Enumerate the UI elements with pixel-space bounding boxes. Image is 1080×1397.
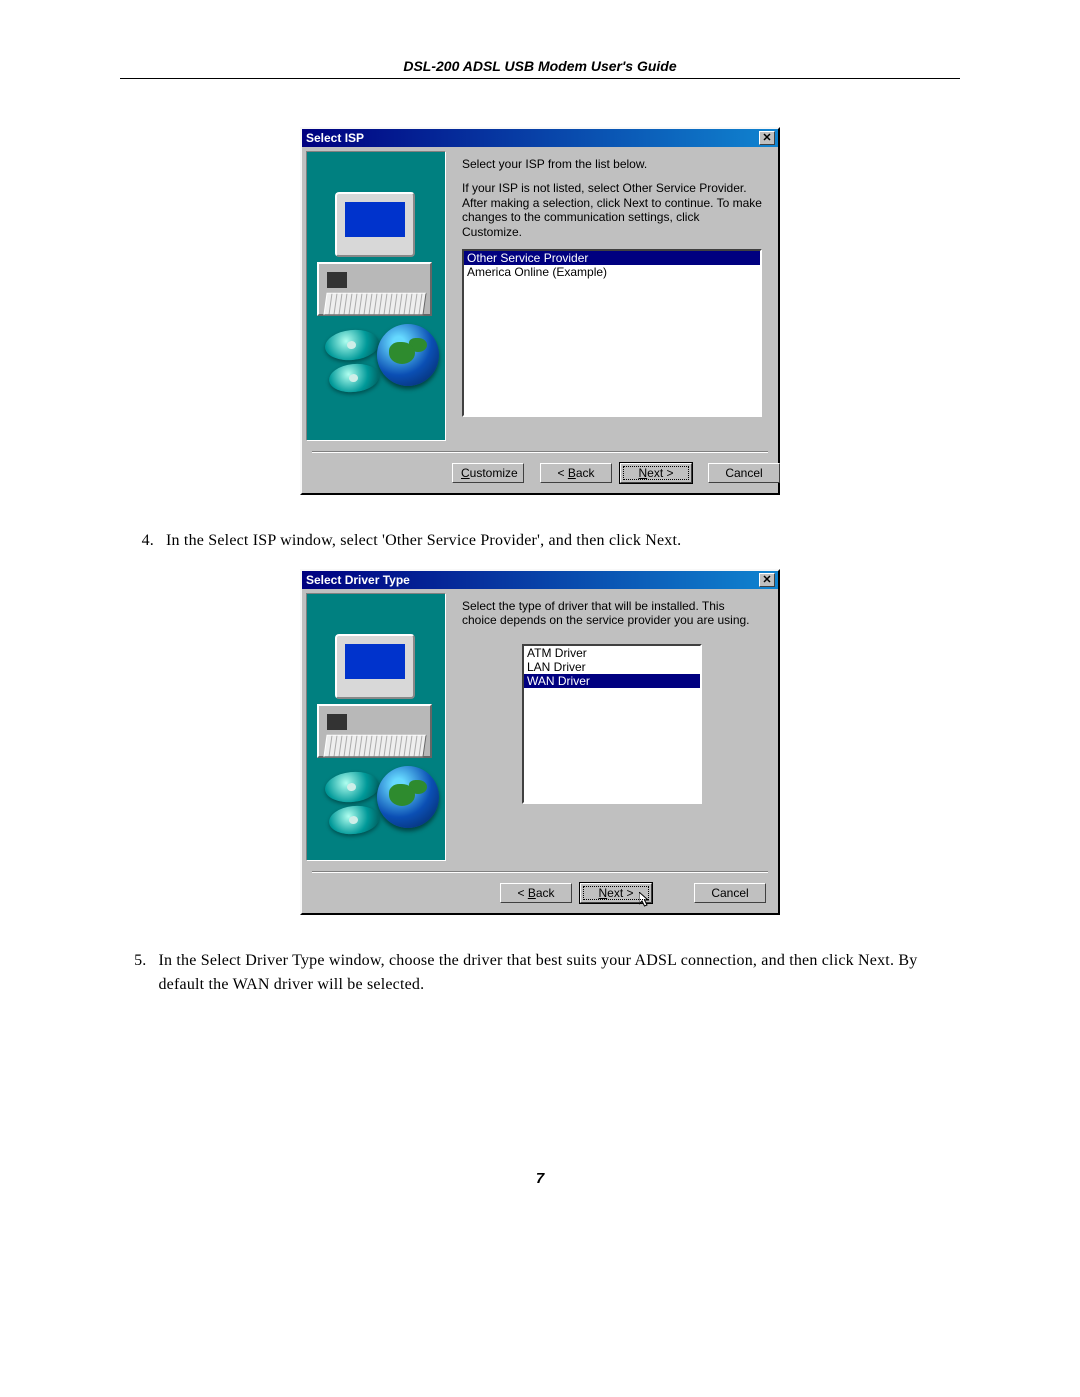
cancel-button[interactable]: Cancel <box>694 883 766 903</box>
driver-listbox[interactable]: ATM Driver LAN Driver WAN Driver <box>522 644 702 804</box>
installer-artwork <box>306 593 446 861</box>
select-isp-titlebar: Select ISP ✕ <box>302 129 778 147</box>
page-header-title: DSL-200 ADSL USB Modem User's Guide <box>120 58 960 78</box>
document-page: DSL-200 ADSL USB Modem User's Guide Sele… <box>0 0 1080 1053</box>
isp-option-other[interactable]: Other Service Provider <box>464 251 760 265</box>
step-4-number: 4. <box>120 529 154 553</box>
driver-option-lan[interactable]: LAN Driver <box>524 660 700 674</box>
next-button[interactable]: Next > <box>580 883 652 903</box>
step-5-body: In the Select Driver Type window, choose… <box>158 949 960 997</box>
step-5-text: 5. In the Select Driver Type window, cho… <box>120 949 960 997</box>
select-isp-dialog: Select ISP ✕ Select your ISP from the li… <box>300 127 780 495</box>
select-driver-title: Select Driver Type <box>306 573 410 587</box>
select-driver-dialog: Select Driver Type ✕ Select the type of … <box>300 569 780 915</box>
next-button[interactable]: Next > <box>620 463 692 483</box>
installer-artwork <box>306 151 446 441</box>
driver-option-wan[interactable]: WAN Driver <box>524 674 700 688</box>
dialog-separator <box>312 451 768 453</box>
back-button[interactable]: < Back <box>540 463 612 483</box>
isp-listbox[interactable]: Other Service Provider America Online (E… <box>462 249 762 417</box>
select-isp-title: Select ISP <box>306 131 364 145</box>
page-number: 7 <box>0 1170 1080 1187</box>
cancel-button[interactable]: Cancel <box>708 463 780 483</box>
isp-instruction-2: If your ISP is not listed, select Other … <box>462 181 762 239</box>
step-5-number: 5. <box>120 949 146 997</box>
back-button[interactable]: < Back <box>500 883 572 903</box>
step-4-text: 4. In the Select ISP window, select 'Oth… <box>120 529 960 553</box>
dialog1-button-row: Customize < Back Next > Cancel <box>302 459 778 493</box>
close-icon[interactable]: ✕ <box>759 131 775 145</box>
select-driver-titlebar: Select Driver Type ✕ <box>302 571 778 589</box>
driver-instruction-1: Select the type of driver that will be i… <box>462 599 762 628</box>
step-4-body: In the Select ISP window, select 'Other … <box>166 529 681 553</box>
header-rule <box>120 78 960 79</box>
isp-instruction-1: Select your ISP from the list below. <box>462 157 762 171</box>
dialog2-button-row: < Back Next > Cancel <box>302 879 778 913</box>
dialog-separator <box>312 871 768 873</box>
cursor-icon <box>639 892 653 910</box>
driver-option-atm[interactable]: ATM Driver <box>524 646 700 660</box>
customize-button[interactable]: Customize <box>452 463 524 483</box>
isp-option-aol[interactable]: America Online (Example) <box>464 265 760 279</box>
close-icon[interactable]: ✕ <box>759 573 775 587</box>
